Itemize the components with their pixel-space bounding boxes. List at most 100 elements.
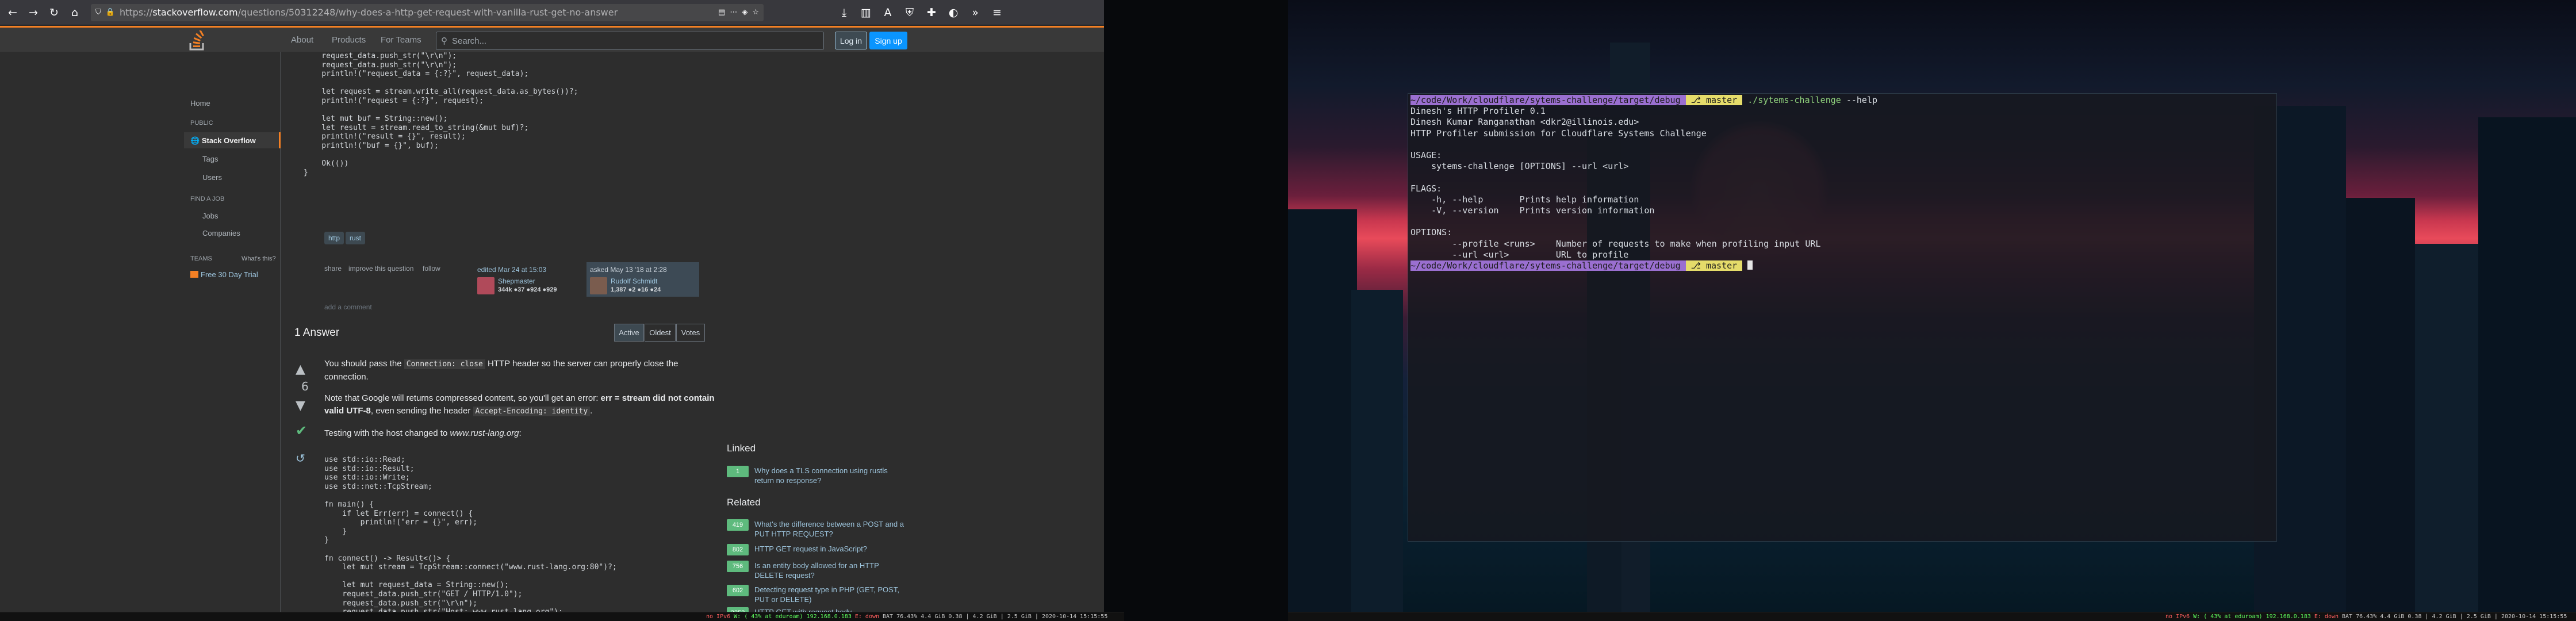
so-topbar: About Products For Teams ⚲ Search... Log … <box>0 26 1104 52</box>
terminal-output: Dinesh's HTTP Profiler 0.1 Dinesh Kumar … <box>1410 106 1821 260</box>
related-count: 2253 <box>727 607 749 612</box>
nav-home[interactable]: Home <box>190 99 210 108</box>
url-host: stackoverflow.com <box>152 7 238 18</box>
downvote-icon[interactable]: ▼ <box>296 398 305 413</box>
answers-header: 1 Answer <box>294 327 340 339</box>
wallpaper-building <box>1351 290 1403 612</box>
answer-p1-text: You should pass the <box>324 359 404 369</box>
share-link[interactable]: share <box>324 264 342 273</box>
answer-code-block: use std::io::Read; use std::io::Result; … <box>324 448 715 612</box>
nav-jobs[interactable]: Jobs <box>202 212 218 220</box>
bookmark-star-icon[interactable]: ☆ <box>752 8 759 17</box>
hamburger-menu-icon[interactable]: ≡ <box>988 3 1006 22</box>
nav-products[interactable]: Products <box>332 35 366 45</box>
download-icon[interactable]: ⤓ <box>835 3 853 22</box>
forward-icon[interactable]: → <box>24 3 43 22</box>
wallpaper-building <box>2478 117 2576 612</box>
answer-p1-code: Connection: close <box>404 359 485 369</box>
history-icon[interactable]: ↺ <box>296 451 305 465</box>
follow-link[interactable]: follow <box>423 264 440 273</box>
terminal-content[interactable]: ~/code/Work/cloudflare/sytems-challenge/… <box>1410 95 1877 271</box>
asker-avatar[interactable] <box>590 277 607 294</box>
briefcase-icon <box>190 271 198 278</box>
answer-p2-code: Accept-Encoding: identity <box>473 407 591 416</box>
nav-teams-heading: TEAMS <box>190 255 212 262</box>
accepted-check-icon: ✔ <box>296 423 308 439</box>
edited-label[interactable]: edited Mar 24 at 15:03 <box>477 266 546 274</box>
nav-users[interactable]: Users <box>202 173 222 182</box>
dark-mode-icon[interactable]: ◐ <box>944 3 963 22</box>
teams-free-trial[interactable]: Free 30 Day Trial <box>190 270 258 279</box>
linked-item[interactable]: 1 Why does a TLS connection using rustls … <box>727 466 911 485</box>
answer-p3-italic: www.rust-lang.org <box>450 428 519 438</box>
page-actions-icon[interactable]: ⋯ <box>730 8 737 17</box>
related-title[interactable]: Is an entity body allowed for an HTTP DE… <box>754 561 904 580</box>
related-item[interactable]: 602 Detecting request type in PHP (GET, P… <box>727 585 911 604</box>
signup-button[interactable]: Sign up <box>869 32 907 49</box>
extension-bar: ⤓ ▥ A ⛨ ✚ ◐ » ≡ <box>835 3 1006 22</box>
url-text: https://stackoverflow.com/questions/5031… <box>120 7 618 18</box>
nav-companies[interactable]: Companies <box>202 229 240 237</box>
related-item[interactable]: 419 What's the difference between a POST … <box>727 519 911 539</box>
related-count: 802 <box>727 544 749 555</box>
editor-name[interactable]: Shepmaster <box>498 277 535 285</box>
related-title[interactable]: HTTP GET with request body <box>754 607 904 612</box>
related-title[interactable]: HTTP GET request in JavaScript? <box>754 544 904 554</box>
shield-icon[interactable]: ⛉ <box>95 8 101 17</box>
globe-icon: 🌐 <box>190 136 200 145</box>
improve-question-link[interactable]: improve this question <box>348 264 413 273</box>
sort-active-button[interactable]: Active <box>614 324 644 342</box>
lock-icon[interactable]: 🔒 <box>106 8 115 17</box>
answer-paragraph-2: Note that Google will returns compressed… <box>324 392 715 418</box>
related-title[interactable]: What's the difference between a POST and… <box>754 519 904 539</box>
linked-title[interactable]: Why does a TLS connection using rustls r… <box>754 466 904 485</box>
asker-reputation: 1,387 ●2 ●16 ●24 <box>611 286 661 293</box>
font-extension-icon[interactable]: A <box>879 3 897 22</box>
url-bar[interactable]: ⛉ 🔒 https://stackoverflow.com/questions/… <box>91 3 764 21</box>
search-placeholder: Search... <box>452 36 487 46</box>
editor-avatar[interactable] <box>477 277 494 294</box>
prompt-git-branch: ⎇ master <box>1685 95 1743 105</box>
terminal-window[interactable]: ~/code/Work/cloudflare/sytems-challenge/… <box>1408 93 2277 542</box>
nav-about[interactable]: About <box>291 35 313 45</box>
overflow-menu-icon[interactable]: » <box>966 3 984 22</box>
home-icon[interactable]: ⌂ <box>66 3 84 22</box>
shield-extension-icon[interactable]: ⛨ <box>900 3 919 22</box>
login-button[interactable]: Log in <box>835 32 867 49</box>
question-code: request_data.push_str("\r\n"); request_d… <box>304 52 578 177</box>
status-battery: BAT 76.43% 4.4 GiB <box>2342 614 2405 620</box>
pocket-icon[interactable]: ◈ <box>742 8 747 17</box>
related-item[interactable]: 756 Is an entity body allowed for an HTTP… <box>727 561 911 580</box>
add-comment-link[interactable]: add a comment <box>324 303 372 311</box>
teams-whats-this-link[interactable]: What's this? <box>241 255 276 262</box>
wallpaper-building <box>2415 244 2478 612</box>
related-title[interactable]: Detecting request type in PHP (GET, POST… <box>754 585 904 604</box>
search-icon: ⚲ <box>441 36 447 46</box>
tag-rust[interactable]: rust <box>346 232 366 244</box>
answer-paragraph-1: You should pass the Connection: close HT… <box>324 358 715 384</box>
command-name: ./sytems-challenge <box>1747 95 1841 105</box>
upvote-icon[interactable]: ▲ <box>296 362 305 377</box>
sort-oldest-button[interactable]: Oldest <box>645 324 676 342</box>
browser-toolbar: ← → ↻ ⌂ ⛉ 🔒 https://stackoverflow.com/qu… <box>0 0 1104 25</box>
related-item[interactable]: 2253 HTTP GET with request body <box>727 607 911 612</box>
reader-view-icon[interactable]: ▤ <box>718 8 725 17</box>
stackoverflow-logo-icon[interactable] <box>189 30 206 51</box>
vote-count: 6 <box>301 379 309 393</box>
nav-for-teams[interactable]: For Teams <box>381 35 421 45</box>
sort-votes-button[interactable]: Votes <box>676 324 705 342</box>
nav-tags[interactable]: Tags <box>202 155 218 163</box>
stackoverflow-page: About Products For Teams ⚲ Search... Log … <box>0 26 1104 612</box>
back-icon[interactable]: ← <box>3 3 22 22</box>
so-search-input[interactable]: ⚲ Search... <box>436 32 824 50</box>
so-main-content: request_data.push_str("\r\n"); request_d… <box>281 52 1104 612</box>
nav-stackoverflow[interactable]: 🌐 Stack Overflow <box>190 136 256 145</box>
reload-icon[interactable]: ↻ <box>45 3 63 22</box>
tag-http[interactable]: http <box>324 232 344 244</box>
related-item[interactable]: 802 HTTP GET request in JavaScript? <box>727 544 911 555</box>
library-icon[interactable]: ▥ <box>857 3 875 22</box>
wallpaper-cityscape: ~/code/Work/cloudflare/sytems-challenge/… <box>1288 0 2576 612</box>
puzzle-extension-icon[interactable]: ✚ <box>922 3 941 22</box>
wallpaper-building <box>1288 209 1357 612</box>
asker-name[interactable]: Rudolf Schmidt <box>611 277 657 285</box>
